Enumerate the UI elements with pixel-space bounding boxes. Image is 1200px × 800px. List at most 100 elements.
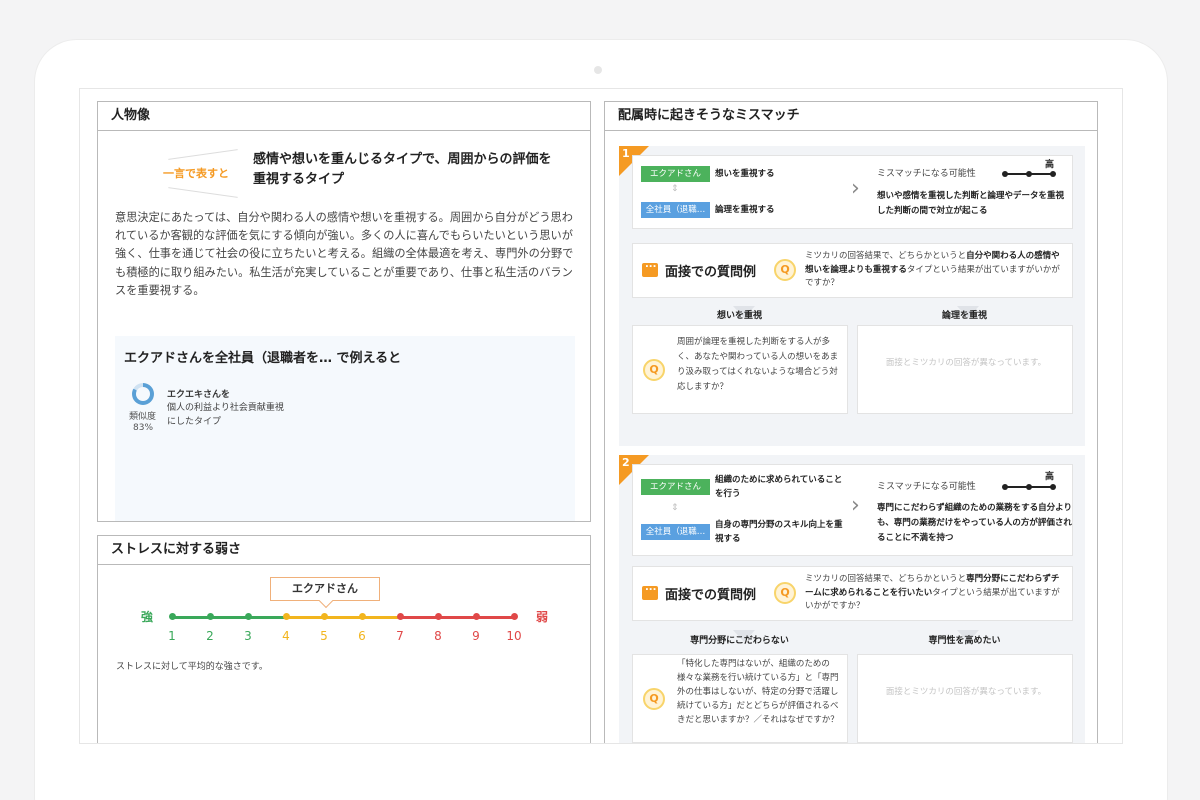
q-icon: Q <box>774 582 796 604</box>
stress-scale-number: 9 <box>472 629 480 643</box>
col-left-head: 想いを重視 <box>716 311 762 321</box>
answer-mismatch-box: 面接とミツカリの回答が異なっています。 <box>857 654 1073 743</box>
interview-text: ミツカリの回答結果で、どちらかというと自分や関わる人の感情や想いを論理よりも重視… <box>805 251 1060 288</box>
similar-person-name: エクエキさんを <box>167 390 231 400</box>
col-right-head: 専門性を高めたい <box>928 636 1001 646</box>
q-icon: Q <box>774 259 796 281</box>
stress-scale-dot <box>283 613 290 620</box>
stress-scale-number: 5 <box>320 629 328 643</box>
stress-scale-dot <box>169 613 176 620</box>
stress-scale-number: 7 <box>396 629 404 643</box>
stress-scale-number: 1 <box>168 629 176 643</box>
tag-self: エクアドさん <box>641 166 710 182</box>
stress-scale-segment <box>172 616 210 619</box>
stress-marker: エクアドさん <box>270 577 380 601</box>
mismatch-block: 1 エクアドさん 想いを重視する ⇕ 全社員（退職… 論理を重視する › ミスマ… <box>619 146 1085 446</box>
stress-scale-dot <box>207 613 214 620</box>
summary-text: 感情や想いを重んじるタイプで、周囲からの評価を重視するタイプ <box>253 152 552 187</box>
profile-title: 人物像 <box>98 102 590 131</box>
stress-scale-number: 3 <box>244 629 252 643</box>
stress-scale-dot <box>397 613 404 620</box>
stress-scale-segment <box>362 616 400 619</box>
col-left-head: 専門分野にこだわらない <box>690 636 789 646</box>
tag-self-text: 想いを重視する <box>715 169 775 179</box>
mismatch-card: 配属時に起きそうなミスマッチ 1 エクアドさん 想いを重視する ⇕ 全社員（退職… <box>604 101 1098 743</box>
summary-label: 一言で表すと <box>163 167 229 180</box>
chevron-right-icon: › <box>851 176 860 201</box>
compare-box: エクアドさん 組織のために求められていることを行う ⇕ 全社員（退職… 自身の専… <box>632 464 1073 556</box>
bracket-line-bottom <box>168 187 238 198</box>
mismatch-high-label: 高 <box>1045 472 1055 482</box>
mismatch-high-label: 高 <box>1045 160 1055 170</box>
question-box: Q 周囲が論理を重視した判断をする人が多く、あなたや関わっている人の想いをあまり… <box>632 325 848 414</box>
interview-title: 面接での質問例 <box>665 588 757 603</box>
swap-icon: ⇕ <box>671 184 679 194</box>
stress-title: ストレスに対する弱さ <box>98 536 590 565</box>
stress-scale-segment <box>324 616 362 619</box>
q-icon: Q <box>643 359 665 381</box>
stress-scale-dot <box>359 613 366 620</box>
interview-title: 面接での質問例 <box>665 265 757 280</box>
stress-scale-dot <box>321 613 328 620</box>
mismatch-result: 専門にこだわらず組織のための業務をする自分よりも、専門の業務だけをやっている人の… <box>877 503 1072 543</box>
similarity-ring-icon <box>132 383 154 405</box>
swap-icon: ⇕ <box>671 503 679 513</box>
q-icon: Q <box>643 688 665 710</box>
report-screen: 人物像 一言で表すと 感情や想いを重んじるタイプで、周囲からの評価を重視するタイ… <box>79 88 1123 744</box>
question-box: Q 「特化した専門はないが、組織のための様々な業務を行い続けている方」と「専門外… <box>632 654 848 743</box>
tag-self-text: 組織のために求められていることを行う <box>715 475 843 499</box>
stress-scale-segment <box>286 616 324 619</box>
mismatch-prob-bar <box>1002 484 1056 490</box>
stress-scale-dot <box>473 613 480 620</box>
stress-scale-segment <box>438 616 476 619</box>
stress-scale-segment <box>476 616 514 619</box>
stress-scale-segment <box>400 616 438 619</box>
answer-mismatch-box: 面接とミツカリの回答が異なっています。 <box>857 325 1073 414</box>
tag-others-text: 自身の専門分野のスキル向上を重視する <box>715 520 843 544</box>
chevron-right-icon: › <box>851 493 860 518</box>
question-text: 周囲が論理を重視した判断をする人が多く、あなたや関わっている人の想いをあまり汲み… <box>677 337 839 392</box>
mismatch-block: 2 エクアドさん 組織のために求められていることを行う ⇕ 全社員（退職… 自身… <box>619 455 1085 743</box>
stress-scale-dot <box>245 613 252 620</box>
interview-box: 面接での質問例 Q ミツカリの回答結果で、どちらかというと自分や関わる人の感情や… <box>632 243 1073 298</box>
answer-mismatch-text: 面接とミツカリの回答が異なっています。 <box>885 358 1047 368</box>
bracket-line-top <box>168 149 238 160</box>
stress-scale-number: 10 <box>506 629 522 643</box>
stress-scale-dot <box>435 613 442 620</box>
interview-text: ミツカリの回答結果で、どちらかというと専門分野にこだわらずチームに求められること… <box>805 574 1060 611</box>
stress-scale-number: 6 <box>358 629 366 643</box>
tag-others: 全社員（退職… <box>641 202 710 218</box>
example-title: エクアドさんを全社員（退職者を… で例えると <box>124 351 402 366</box>
camera-dot <box>594 66 602 74</box>
chat-icon <box>642 259 658 277</box>
mismatch-result: 想いや感情を重視した判断と論理やデータを重視した判断の間で対立が起こる <box>877 191 1065 216</box>
similarity-label: 類似度 <box>129 412 157 422</box>
number-tab-label: 1 <box>622 147 630 160</box>
stress-card: ストレスに対する弱さ エクアドさん 強 弱 1 2 3 4 5 6 7 8 9 10 ストレスに対… <box>97 535 591 743</box>
mismatch-prob-label: ミスマッチになる可能性 <box>877 482 976 492</box>
col-right-head: 論理を重視 <box>941 311 987 321</box>
stress-scale-segment <box>210 616 248 619</box>
tag-self: エクアドさん <box>641 479 710 495</box>
stress-scale-number: 2 <box>206 629 214 643</box>
stress-note: ストレスに対して平均的な強さです。 <box>116 662 268 672</box>
stress-scale-number: 4 <box>282 629 290 643</box>
profile-card: 人物像 一言で表すと 感情や想いを重んじるタイプで、周囲からの評価を重視するタイ… <box>97 101 591 522</box>
stress-scale-dot <box>511 613 518 620</box>
mismatch-prob-label: ミスマッチになる可能性 <box>877 169 976 179</box>
profile-description: 意思決定にあたっては、自分や関わる人の感情や想いを重視する。周囲から自分がどう思… <box>115 211 574 297</box>
stress-scale-number: 8 <box>434 629 442 643</box>
answer-mismatch-text: 面接とミツカリの回答が異なっています。 <box>885 687 1047 697</box>
chat-icon <box>642 582 658 600</box>
stress-weak-label: 弱 <box>536 610 549 624</box>
stress-strong-label: 強 <box>141 610 154 624</box>
mismatch-title: 配属時に起きそうなミスマッチ <box>605 102 1097 131</box>
question-text: 「特化した専門はないが、組織のための様々な業務を行い続けている方」と「専門外の仕… <box>677 659 839 725</box>
number-tab-label: 2 <box>622 456 630 469</box>
interview-box: 面接での質問例 Q ミツカリの回答結果で、どちらかというと専門分野にこだわらずチ… <box>632 566 1073 621</box>
mismatch-prob-bar <box>1002 171 1056 177</box>
example-box: エクアドさんを全社員（退職者を… で例えると 類似度 83% エクエキさんを 個… <box>115 336 575 521</box>
tag-others: 全社員（退職… <box>641 524 710 540</box>
tag-others-text: 論理を重視する <box>715 205 775 215</box>
similarity-percent: 83% <box>133 423 154 433</box>
